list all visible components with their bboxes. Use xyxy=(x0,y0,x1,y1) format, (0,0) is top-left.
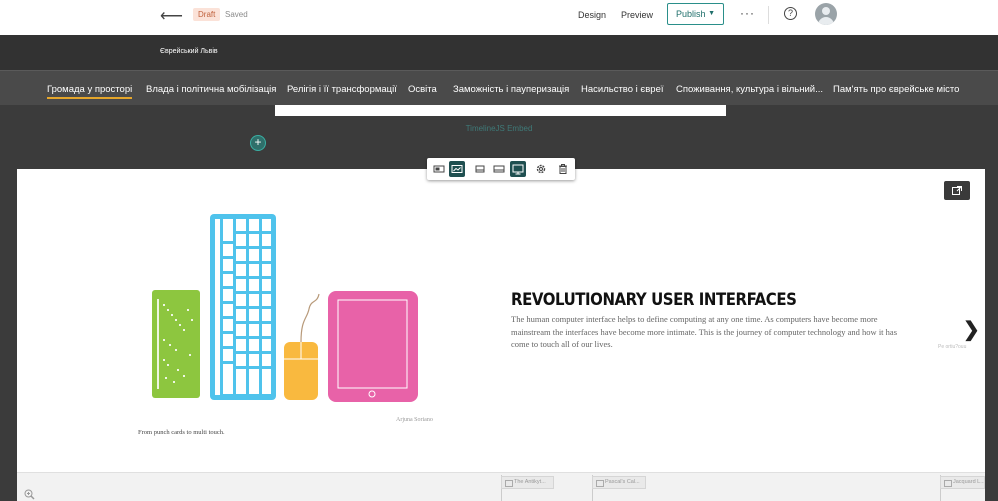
help-circle-icon[interactable]: ? xyxy=(784,7,797,20)
align-wide-icon[interactable] xyxy=(449,161,465,177)
mouse-illustration xyxy=(284,293,320,400)
status-badge: Draft xyxy=(193,8,221,21)
zoom-in-icon[interactable] xyxy=(24,487,35,500)
chevron-down-icon: ▼ xyxy=(708,10,715,17)
arrow-left-icon[interactable]: ⟵ xyxy=(160,6,183,26)
timeline-canvas: REVOLUTIONARY USER INTERFACES The human … xyxy=(17,169,985,501)
nav-item-education[interactable]: Освіта xyxy=(408,84,437,95)
preview-button[interactable]: Preview xyxy=(621,10,653,20)
publish-label: Publish xyxy=(676,9,706,19)
next-slide-label[interactable]: Pe ortiu?ouu xyxy=(938,344,966,350)
block-toolbar xyxy=(427,158,575,180)
fullscreen-icon[interactable] xyxy=(944,181,970,200)
embed-preview-strip xyxy=(275,105,726,116)
save-status: Saved xyxy=(225,10,248,19)
media-credit: Arjuna Soriano xyxy=(396,417,433,423)
size-medium-icon[interactable] xyxy=(491,161,507,177)
embed-caption: TimelineJS Embed xyxy=(465,124,533,133)
site-nav: Громада у просторі Влада і політична моб… xyxy=(0,70,998,105)
size-small-icon[interactable] xyxy=(472,161,488,177)
trash-icon[interactable] xyxy=(555,161,571,177)
timeline-marker[interactable]: The Antikyt... xyxy=(501,476,554,489)
slide-text: The human computer interface helps to de… xyxy=(511,314,898,349)
publish-button[interactable]: Publish ▼ xyxy=(667,3,724,25)
nav-item-consumption-culture[interactable]: Споживання, культура і вільний... xyxy=(676,84,823,95)
timeline-marker[interactable]: Jacquard L... xyxy=(940,476,985,489)
nav-item-religion[interactable]: Релігія і її трансформації xyxy=(287,84,397,95)
plus-circle-icon[interactable]: + xyxy=(250,135,266,151)
size-fullwidth-icon[interactable] xyxy=(510,161,526,177)
tablet-illustration xyxy=(328,291,418,402)
divider xyxy=(768,6,769,24)
editor-topbar: ⟵ Draft Saved Design Preview Publish ▼ ·… xyxy=(0,0,998,35)
site-header: Єврейський Львів xyxy=(0,35,998,70)
timeline-marker[interactable]: Pascal's Cal... xyxy=(592,476,646,489)
next-slide-arrow-icon[interactable]: ❯ xyxy=(963,317,980,342)
nav-item-wealth-pauperization[interactable]: Заможність і пауперизація xyxy=(453,84,569,95)
slide-title: REVOLUTIONARY USER INTERFACES xyxy=(511,290,797,310)
media-caption: From punch cards to multi touch. xyxy=(138,429,225,436)
design-button[interactable]: Design xyxy=(578,10,606,20)
keyboard-illustration xyxy=(210,214,276,400)
nav-item-community-space[interactable]: Громада у просторі xyxy=(47,84,133,99)
site-title[interactable]: Єврейський Львів xyxy=(160,48,218,55)
nav-item-power-politics[interactable]: Влада і політична мобілізація xyxy=(146,84,276,95)
punch-card-illustration xyxy=(152,290,200,398)
nav-item-memory[interactable]: Пам'ять про єврейське місто xyxy=(833,84,959,95)
align-left-icon[interactable] xyxy=(431,161,447,177)
user-avatar-icon[interactable] xyxy=(815,3,837,25)
ellipsis-icon[interactable]: ··· xyxy=(740,6,755,20)
gear-icon[interactable] xyxy=(533,161,549,177)
nav-item-violence[interactable]: Насильство і євреї xyxy=(581,84,664,95)
